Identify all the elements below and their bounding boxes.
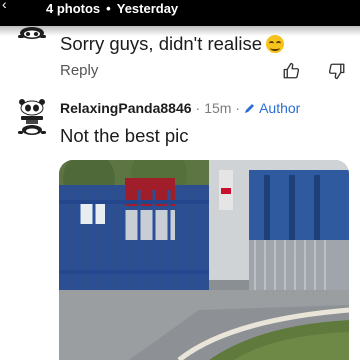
panda-avatar-icon[interactable] <box>14 27 50 43</box>
post-date: Yesterday <box>116 1 179 16</box>
photo-viewer-header: ‹ 4 photos • Yesterday <box>0 0 360 26</box>
grinning-emoji-icon <box>265 35 284 53</box>
thumb-down-icon[interactable] <box>328 62 346 80</box>
photo-meta: 4 photos • Yesterday <box>46 1 178 16</box>
back-icon[interactable]: ‹ <box>2 0 7 12</box>
comment-photo[interactable] <box>59 160 349 360</box>
thumb-up-icon[interactable] <box>282 62 300 80</box>
comment-text: Not the best pic <box>60 125 189 146</box>
photo-count: 4 photos <box>46 1 101 16</box>
pencil-icon <box>245 104 255 113</box>
meta-separator: · <box>235 100 241 116</box>
author-label: Author <box>259 100 301 116</box>
meta-separator: · <box>195 100 201 116</box>
meta-separator: • <box>106 1 111 16</box>
panda-avatar-icon[interactable] <box>14 98 50 138</box>
photo-image <box>59 160 349 360</box>
comment-body: Sorry guys, didn't realise <box>60 33 284 55</box>
comment-text: Sorry guys, didn't realise <box>60 33 262 54</box>
comment-meta: RelaxingPanda8846 · 15m · Author <box>60 100 300 116</box>
comment-time: 15m <box>204 100 232 116</box>
author-badge: Author <box>244 100 300 116</box>
username-link[interactable]: RelaxingPanda8846 <box>60 100 192 116</box>
reply-button[interactable]: Reply <box>60 62 98 79</box>
